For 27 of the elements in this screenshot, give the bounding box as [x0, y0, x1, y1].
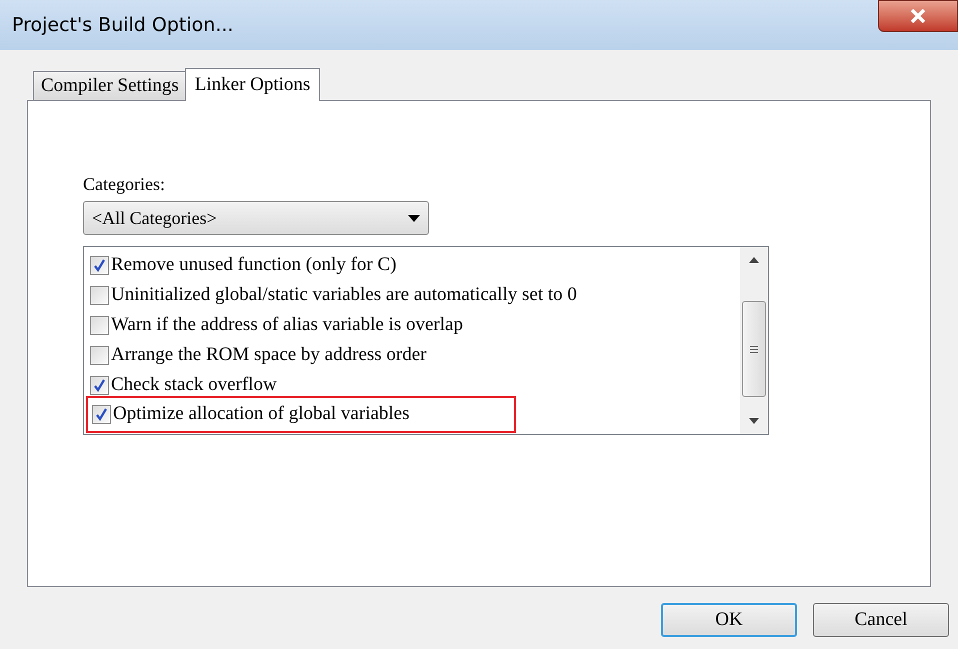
- checkbox[interactable]: [90, 316, 109, 334]
- close-icon: [910, 9, 926, 23]
- dialog-button[interactable]: Cancel: [813, 603, 949, 637]
- option-label: Arrange the ROM space by address order: [111, 342, 427, 367]
- dropdown-arrow-icon: [408, 214, 420, 222]
- checkbox[interactable]: [90, 286, 109, 304]
- tab[interactable]: Compiler Settings: [33, 71, 187, 100]
- categories-dropdown[interactable]: <All Categories>: [83, 201, 429, 235]
- dialog-button[interactable]: OK: [661, 603, 797, 637]
- grip-icon: [750, 346, 758, 352]
- option-label: Check stack overflow: [111, 372, 277, 397]
- close-button[interactable]: [878, 0, 958, 32]
- checkbox[interactable]: [90, 256, 109, 274]
- scroll-thumb[interactable]: [742, 301, 766, 397]
- categories-label: Categories:: [83, 173, 166, 195]
- checkbox[interactable]: [92, 405, 111, 424]
- window-title: Project's Build Option...: [12, 12, 234, 38]
- tab[interactable]: Linker Options: [184, 68, 320, 101]
- scroll-up-icon[interactable]: [749, 257, 759, 263]
- checkbox[interactable]: [90, 376, 109, 394]
- option-label: Uninitialized global/static variables are automatically set to 0: [111, 282, 577, 307]
- checkbox[interactable]: [90, 346, 109, 364]
- option-label: Remove unused function (only for C): [111, 252, 396, 277]
- scrollbar[interactable]: [740, 247, 768, 434]
- option-label: Warn if the address of alias variable is overlap: [111, 312, 463, 337]
- option-label: Optimize allocation of global variables: [113, 402, 410, 426]
- scroll-down-icon[interactable]: [749, 418, 759, 424]
